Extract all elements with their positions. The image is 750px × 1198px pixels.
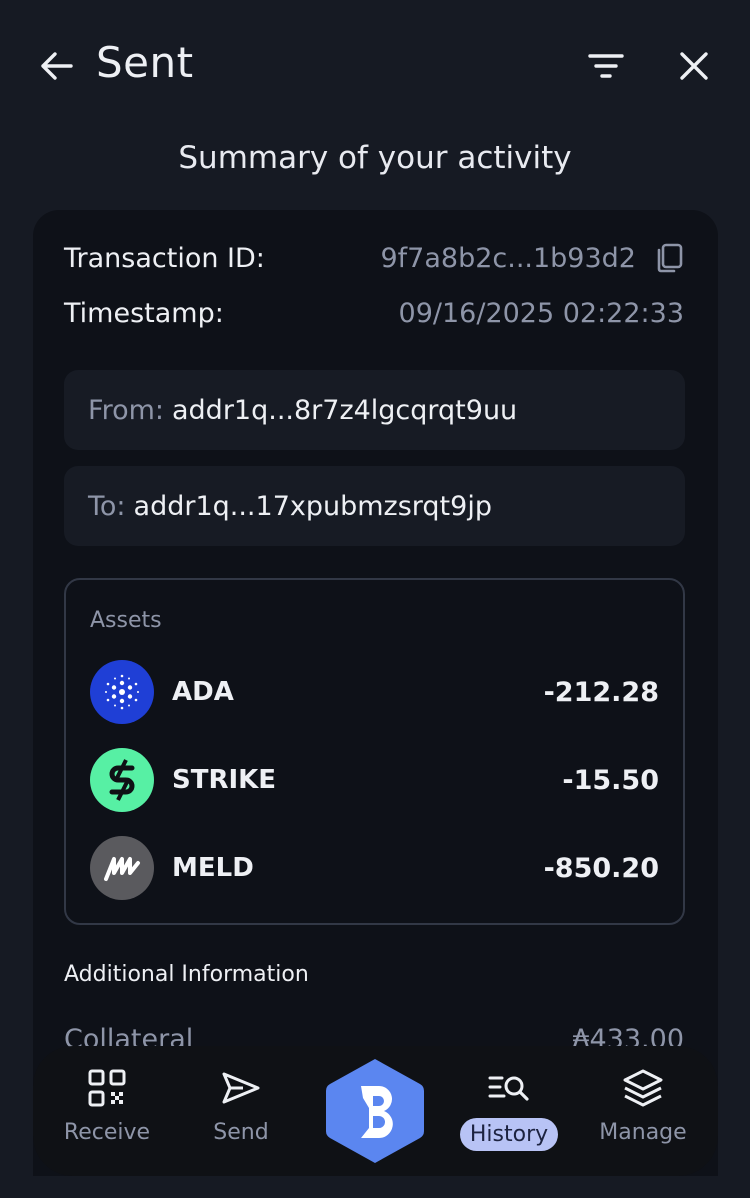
- asset-row[interactable]: ADA -212.28: [90, 660, 659, 724]
- arrow-left-icon: [41, 52, 73, 80]
- strike-icon: [109, 759, 135, 801]
- meld-icon: [104, 857, 140, 881]
- activity-summary-heading: Summary of your activity: [178, 140, 572, 176]
- timestamp-label: Timestamp:: [64, 298, 224, 329]
- asset-row[interactable]: STRIKE -15.50: [90, 748, 659, 812]
- asset-amount: -212.28: [543, 676, 659, 708]
- asset-name: MELD: [172, 853, 254, 883]
- timestamp-row: Timestamp: 09/16/2025 02:22:33: [64, 298, 684, 329]
- bottom-safe-area: [0, 1176, 750, 1198]
- from-address-box[interactable]: From: addr1q...8r7z4lgcqrqt9uu: [64, 370, 685, 450]
- nav-send-label: Send: [213, 1120, 269, 1145]
- timestamp-value: 09/16/2025 02:22:33: [398, 298, 684, 329]
- nav-history[interactable]: History: [453, 1046, 565, 1176]
- meld-logo-icon: [90, 836, 154, 900]
- additional-info-heading: Additional Information: [64, 962, 309, 987]
- to-prefix: To:: [88, 490, 126, 522]
- header: Sent: [0, 0, 750, 130]
- layers-icon: [621, 1066, 665, 1110]
- asset-amount: -15.50: [562, 764, 659, 796]
- copy-icon[interactable]: [654, 242, 684, 274]
- close-icon: [680, 52, 708, 80]
- send-icon: [219, 1066, 263, 1110]
- assets-label: Assets: [90, 608, 162, 633]
- ada-logo-icon: [90, 660, 154, 724]
- back-button[interactable]: [34, 44, 78, 88]
- assets-panel: Assets ADA -212.28 STRIKE -15.50 MELD -8…: [64, 578, 685, 925]
- brand-logo-icon: [325, 1059, 425, 1163]
- home-logo-button[interactable]: [323, 1056, 427, 1166]
- strike-logo-icon: [90, 748, 154, 812]
- transaction-id-label: Transaction ID:: [64, 242, 265, 274]
- from-prefix: From:: [88, 394, 164, 426]
- nav-receive[interactable]: Receive: [51, 1046, 163, 1176]
- page-title: Sent: [96, 38, 194, 87]
- qr-code-icon: [85, 1066, 129, 1110]
- transaction-id-value: 9f7a8b2c...1b93d2: [380, 242, 637, 274]
- history-search-icon: [487, 1066, 531, 1110]
- nav-send[interactable]: Send: [185, 1046, 297, 1176]
- nav-manage[interactable]: Manage: [587, 1046, 699, 1176]
- nav-manage-label: Manage: [599, 1120, 687, 1145]
- transaction-id-value-wrap: 9f7a8b2c...1b93d2: [381, 242, 685, 274]
- from-address: addr1q...8r7z4lgcqrqt9uu: [172, 394, 518, 426]
- asset-name: ADA: [172, 677, 234, 707]
- cardano-icon: [105, 674, 139, 710]
- bottom-nav: Receive Send History Manage: [33, 1046, 718, 1176]
- nav-history-label: History: [459, 1118, 559, 1151]
- filter-icon: [588, 54, 624, 78]
- close-button[interactable]: [672, 44, 716, 88]
- filter-button[interactable]: [584, 44, 628, 88]
- nav-receive-label: Receive: [63, 1120, 151, 1145]
- asset-name: STRIKE: [172, 765, 277, 795]
- transaction-id-row: Transaction ID: 9f7a8b2c...1b93d2: [64, 242, 684, 274]
- to-address-box[interactable]: To: addr1q...17xpubmzsrqt9jp: [64, 466, 685, 546]
- asset-row[interactable]: MELD -850.20: [90, 836, 659, 900]
- asset-amount: -850.20: [543, 852, 659, 884]
- to-address: addr1q...17xpubmzsrqt9jp: [133, 490, 492, 522]
